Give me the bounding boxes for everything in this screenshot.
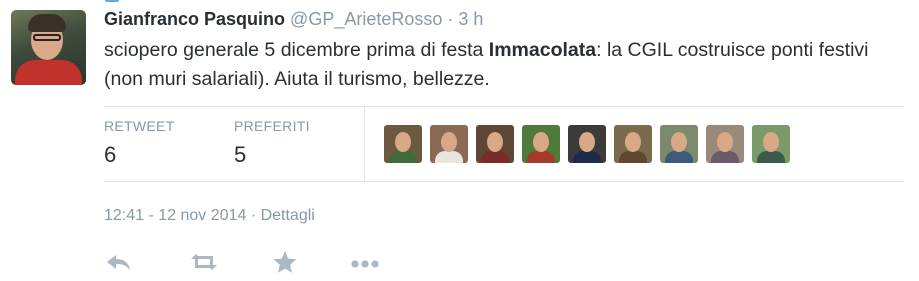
favoriter-body — [481, 151, 509, 163]
favoriter-face — [533, 132, 549, 152]
favoriter-face — [579, 132, 595, 152]
favoriter-face — [671, 132, 687, 152]
favoriter-face — [487, 132, 503, 152]
tweet-meta: 12:41 - 12 nov 2014 · Dettagli — [104, 207, 315, 225]
author-avatar[interactable] — [11, 10, 86, 85]
favoriter-face — [717, 132, 733, 152]
retweet-icon[interactable] — [188, 252, 220, 277]
favorite-label: PREFERITI — [234, 118, 310, 134]
favoriter-face — [441, 132, 457, 152]
retweet-stat[interactable]: RETWEET 6 — [104, 118, 175, 168]
divider-bottom — [104, 181, 904, 182]
tweet-timestamp[interactable]: 12:41 - 12 nov 2014 — [104, 207, 246, 224]
divider-top — [104, 106, 904, 107]
meta-separator: · — [250, 207, 257, 224]
retweet-count: 6 — [104, 142, 117, 167]
top-accent-bar — [105, 0, 119, 2]
favoriter-avatar-7[interactable] — [660, 125, 698, 163]
author-name[interactable]: Gianfranco Pasquino — [104, 9, 285, 29]
avatar-shirt — [15, 60, 82, 85]
relative-time[interactable]: 3 h — [458, 9, 483, 29]
favoriter-avatar-5[interactable] — [568, 125, 606, 163]
more-icon[interactable] — [350, 256, 380, 274]
details-link[interactable]: Dettagli — [261, 207, 315, 224]
favoriter-avatar-3[interactable] — [476, 125, 514, 163]
favoriter-body — [435, 151, 463, 163]
favoriter-avatar-4[interactable] — [522, 125, 560, 163]
favoriters-list — [384, 125, 790, 163]
favoriter-body — [665, 151, 693, 163]
favoriter-avatar-6[interactable] — [614, 125, 652, 163]
favoriter-face — [625, 132, 641, 152]
avatar-hair — [28, 14, 66, 32]
tweet-header: Gianfranco Pasquino @GP_ArieteRosso · 3 … — [104, 9, 483, 30]
favoriter-avatar-1[interactable] — [384, 125, 422, 163]
avatar-glasses — [33, 34, 61, 41]
retweet-label: RETWEET — [104, 118, 175, 134]
favorite-icon[interactable] — [272, 250, 298, 279]
favoriter-body — [573, 151, 601, 163]
favoriter-face — [395, 132, 411, 152]
favoriter-body — [389, 151, 417, 163]
favorite-count: 5 — [234, 142, 247, 167]
tweet-text-part-1: sciopero generale 5 dicembre prima di fe… — [104, 39, 489, 61]
favoriter-face — [763, 132, 779, 152]
favoriter-body — [711, 151, 739, 163]
favoriter-avatar-8[interactable] — [706, 125, 744, 163]
favoriter-body — [527, 151, 555, 163]
favoriter-body — [619, 151, 647, 163]
favoriter-body — [757, 151, 785, 163]
reply-icon[interactable] — [104, 252, 132, 277]
header-separator: · — [447, 9, 454, 29]
author-handle[interactable]: @GP_ArieteRosso — [290, 9, 442, 29]
favoriter-avatar-9[interactable] — [752, 125, 790, 163]
tweet-text: sciopero generale 5 dicembre prima di fe… — [104, 36, 904, 94]
favorite-stat[interactable]: PREFERITI 5 — [234, 118, 310, 168]
tweet-actions — [104, 250, 380, 279]
tweet-text-bold: Immacolata — [488, 39, 597, 61]
favoriter-avatar-2[interactable] — [430, 125, 468, 163]
stats-divider — [364, 107, 365, 181]
